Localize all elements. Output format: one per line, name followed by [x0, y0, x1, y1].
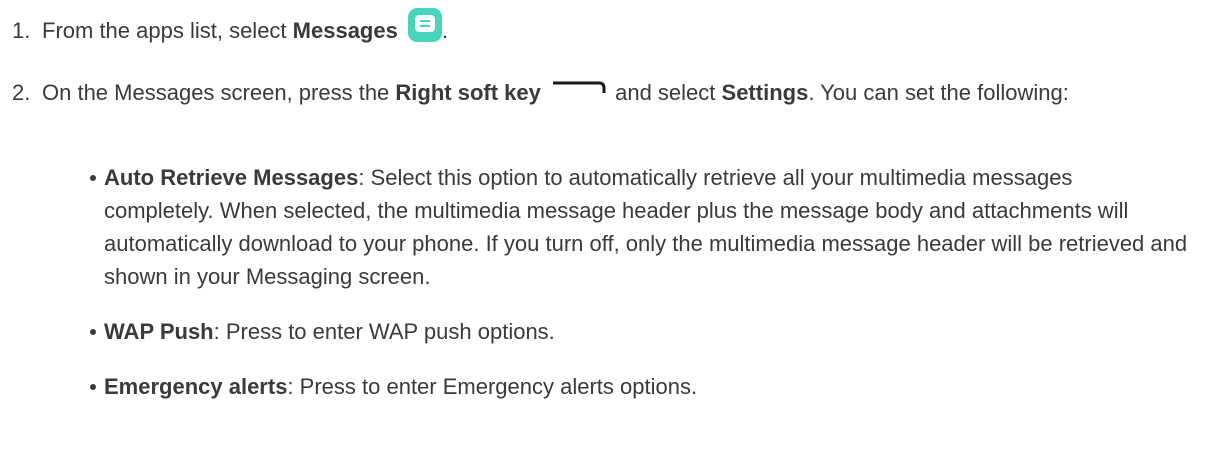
right-soft-key-icon: [553, 81, 606, 93]
list-item: Auto Retrieve Messages: Select this opti…: [90, 161, 1188, 293]
list-item: WAP Push: Press to enter WAP push option…: [90, 315, 1188, 348]
list-item: Emergency alerts: Press to enter Emergen…: [90, 370, 1188, 403]
messages-label: Messages: [292, 18, 398, 43]
bullet-icon: [90, 175, 96, 181]
step-1: 1. From the apps list, select Messages .: [12, 8, 1208, 47]
option-name: Auto Retrieve Messages: [104, 165, 359, 190]
option-name: Emergency alerts: [104, 374, 288, 399]
bullet-icon: [90, 384, 96, 390]
settings-options-list: Auto Retrieve Messages: Select this opti…: [90, 161, 1188, 425]
option-name: WAP Push: [104, 319, 214, 344]
step-number: 2.: [12, 80, 31, 105]
right-soft-key-label: Right soft key: [395, 80, 541, 105]
step-number: 1.: [12, 18, 31, 43]
instructions-document: 1. From the apps list, select Messages . …: [0, 0, 1228, 461]
step-text: From the apps list, select: [42, 18, 293, 43]
step-suffix: .: [441, 18, 449, 43]
step-suffix: . You can set the following:: [808, 80, 1069, 105]
messages-app-icon: [407, 8, 442, 42]
bullet-icon: [90, 329, 96, 335]
settings-label: Settings: [721, 80, 809, 105]
step-text-middle: and select: [609, 80, 722, 105]
step-2: 2. On the Messages screen, press the Righ…: [12, 76, 1208, 109]
option-description: : Press to enter WAP push options.: [213, 319, 555, 344]
option-description: : Press to enter Emergency alerts option…: [287, 374, 698, 399]
step-text: On the Messages screen, press the: [42, 80, 396, 105]
